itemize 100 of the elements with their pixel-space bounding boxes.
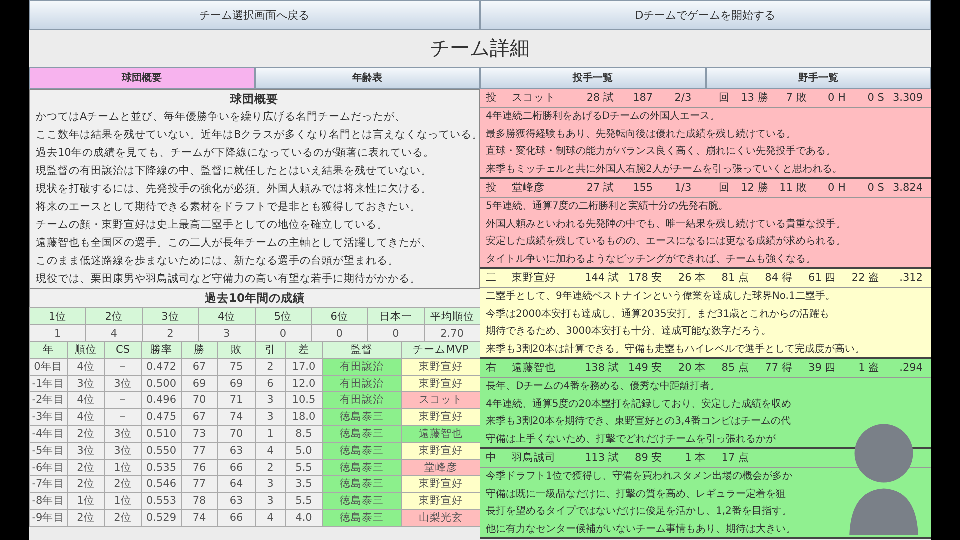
table-cell: 74: [217, 408, 256, 426]
overview-text: チームの顔・東野宣好は史上最高二塁手としての地位を確立している。: [36, 219, 388, 231]
table-title: 過去10年間の成績: [29, 289, 480, 307]
table-cell: 2位: [67, 475, 105, 494]
table-cell: 1: [29, 324, 86, 342]
table-cell: 74: [181, 508, 218, 527]
table-cell: 1位: [67, 492, 105, 510]
player-note: 4年連続二桁勝利をあげるDチームの外国人エース。: [486, 111, 720, 122]
table-cell: －: [104, 358, 142, 376]
stat-value: 27 試: [586, 181, 615, 196]
table-cell: 3.5: [285, 475, 323, 494]
stat-value: 28 試: [586, 91, 615, 106]
nav-button[interactable]: Dチームでゲームを開始する: [480, 0, 931, 30]
table-cell: -7年目: [29, 475, 68, 494]
position-label: 二: [486, 271, 498, 286]
overview-text: 過去10年の成績を見ても、チームが下降線になっているのが顕著に表れている。: [36, 147, 434, 159]
overview-text: 現監督の有田譲治は下降線の中、監督に就任したとはいえ結果を残せていない。: [36, 165, 432, 177]
stat-value: 144 試: [584, 271, 620, 286]
table-cell: 3: [255, 408, 286, 426]
table-cell: 0.472: [141, 358, 182, 376]
player-note: 来季も3割20本を期待でき、東野宣好との3,4番コンビはチームの代: [486, 416, 791, 427]
table-cell: 2位: [104, 508, 142, 527]
tab[interactable]: 年齢表: [254, 67, 480, 89]
table-cell: 4.0: [285, 508, 323, 527]
nav-button[interactable]: チーム選択画面へ戻る: [29, 0, 480, 30]
table-cell: -9年目: [29, 508, 68, 527]
table-cell: 10.5: [285, 391, 323, 410]
table-cell: －: [104, 391, 142, 410]
table-cell: 徳島泰三: [322, 508, 402, 527]
stat-value: 回: [718, 181, 730, 196]
position-label: 投: [486, 91, 498, 106]
player-note: 今季は2000本安打も達成し、通算2035安打。まだ31歳とこれからの活躍も: [486, 308, 830, 320]
table-cell: 0.529: [141, 508, 182, 527]
player-note: 期待できるため、3000本安打も十分、達成可能な数字だろう。: [486, 326, 772, 337]
tab[interactable]: 球団概要: [29, 67, 254, 89]
player-name: スコット: [512, 91, 557, 106]
position-label: 投: [486, 181, 498, 196]
stat-value: 178 安: [627, 271, 663, 286]
player-note: 来季も3割20本は計算できる。守備も走塁もハイレベルで選手として完成度が高い。: [486, 344, 866, 354]
column-header: 6位: [310, 307, 368, 325]
table-cell: 4位: [67, 391, 105, 410]
column-header: 3位: [142, 307, 200, 325]
stat-value: 7 敗: [785, 91, 808, 106]
column-header: 2位: [85, 307, 143, 325]
table-cell: 4位: [67, 358, 105, 376]
table-cell: 67: [181, 408, 218, 426]
table-cell: 徳島泰三: [322, 408, 402, 426]
tab[interactable]: 野手一覧: [706, 67, 931, 89]
table-cell: 徳島泰三: [322, 492, 402, 510]
table-cell: 4位: [67, 408, 105, 426]
stat-value: 0 S: [866, 181, 884, 196]
stat-value: 77 得: [764, 361, 793, 376]
table-cell: 64: [217, 475, 256, 494]
table-cell: 0.550: [141, 442, 182, 460]
table-cell: 2: [142, 324, 200, 342]
stat-value: 89 安: [634, 451, 663, 466]
table-cell: 0: [254, 324, 312, 342]
stat-value: .312: [898, 271, 923, 286]
table-cell: 4: [255, 442, 286, 460]
table-cell: 0: [310, 324, 368, 342]
table-cell: 67: [181, 358, 218, 376]
player-note: 安定した成績を残しているものの、エースになるには更なる成績が求められる。: [486, 236, 846, 247]
stat-value: 11 敗: [778, 181, 808, 196]
player-name: 羽鳥誠司: [512, 451, 557, 466]
table-cell: 66: [217, 508, 256, 527]
overview-text: かつてはAチームと並び、毎年優勝争いを繰り広げる名門チームだったが、: [36, 111, 406, 123]
player-note: 長年、Dチームの4番を務める、優秀な中距離打者。: [486, 381, 720, 392]
stat-value: 1 盗: [858, 361, 880, 376]
page-title: チーム詳細: [430, 35, 530, 62]
table-cell: 2位: [104, 475, 142, 494]
table-cell: 徳島泰三: [322, 442, 402, 460]
table-cell: 東野宣好: [401, 492, 481, 510]
player-note: 守備は既に一級品なだけに、打撃の質を高め、レギュラー定着を狙: [486, 488, 786, 500]
table-cell: 東野宣好: [401, 442, 481, 460]
tab[interactable]: 投手一覧: [480, 67, 706, 89]
table-cell: 2: [255, 358, 286, 376]
table-cell: 3: [255, 475, 286, 494]
stat-value: 85 点: [720, 361, 750, 376]
table-cell: 2位: [67, 424, 105, 443]
player-note: タイトル争いに加わるようなピッチングができれば、チームも強くなる。: [486, 254, 816, 264]
table-cell: 78: [181, 492, 218, 510]
table-cell: 0: [367, 324, 425, 342]
table-cell: 3: [255, 492, 286, 510]
table-cell: 3位: [67, 442, 105, 460]
player-note: 二塁手として、9年連続ベストナインという偉業を達成した球界No.1二塁手。: [486, 291, 836, 302]
section-heading: 球団概要: [230, 92, 278, 106]
table-cell: 有田譲治: [322, 391, 402, 410]
table-cell: 0年目: [29, 358, 68, 376]
stat-value: 回: [718, 91, 730, 106]
stat-value: 20 本: [677, 361, 706, 376]
player-note: 最多勝獲得経験もあり、先発転向後は優れた成績を残し続けている。: [486, 128, 796, 140]
table-cell: 山梨光玄: [401, 508, 481, 527]
table-cell: -4年目: [29, 424, 68, 443]
table-cell: 8.5: [285, 424, 323, 443]
stat-value: 61 四: [808, 271, 836, 286]
table-cell: 東野宣好: [401, 475, 481, 494]
stat-value: 3.309: [892, 91, 923, 106]
column-header: 4位: [198, 307, 256, 325]
table-cell: 0.510: [141, 424, 182, 443]
player-note: 今季ドラフト1位で獲得し、守備を買われスタメン出場の機会が多か: [486, 471, 792, 482]
